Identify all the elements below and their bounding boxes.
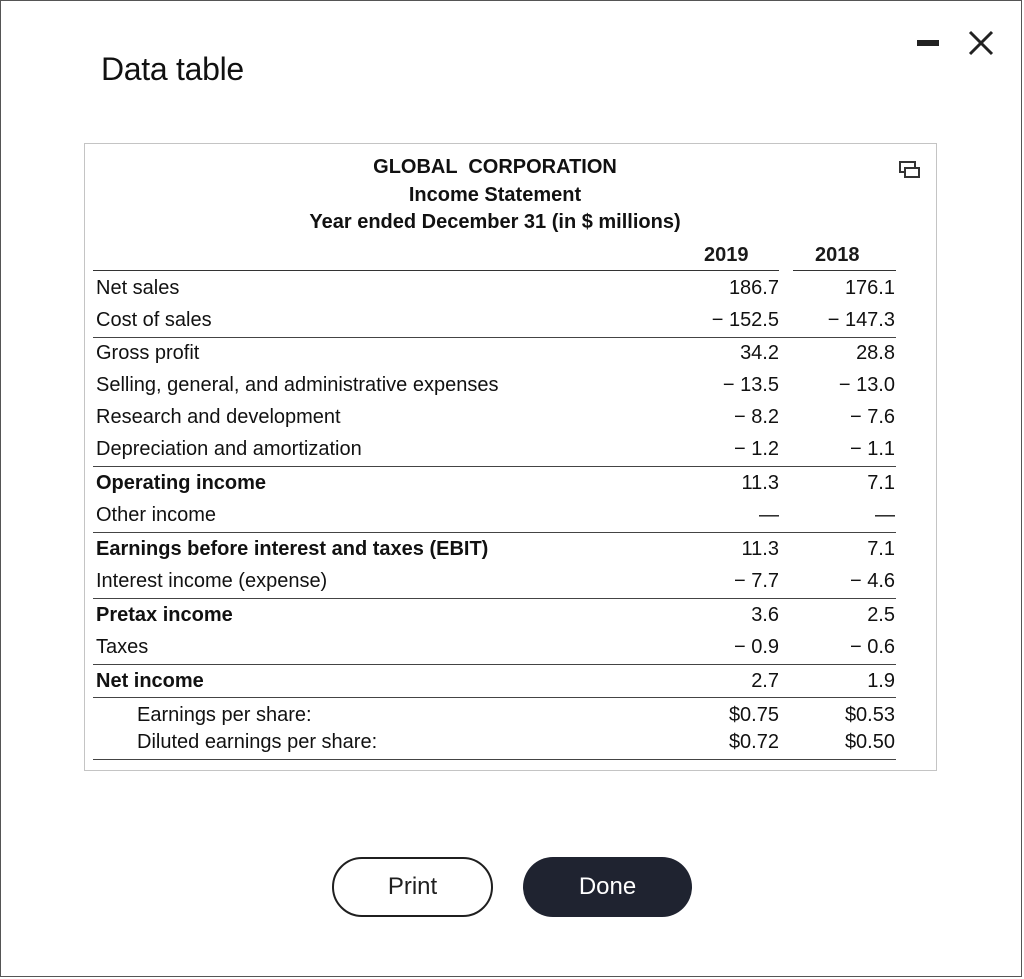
row-label-net-income: Net income [96, 670, 204, 692]
value-2019: 11.3 [741, 538, 779, 560]
value-2018: $0.53 [844, 704, 895, 726]
value-2018: 1.9 [867, 670, 895, 692]
minimize-icon [917, 40, 939, 46]
column-header-2019: 2019 [704, 244, 749, 266]
row-label-depreciation: Depreciation and amortization [96, 438, 362, 460]
dialog-title: Data table [101, 51, 244, 87]
header-rule [793, 270, 896, 271]
row-rule [93, 466, 896, 467]
row-label-r-and-d: Research and development [96, 406, 341, 428]
value-2018: − 13.0 [838, 374, 895, 396]
value-2019: − 8.2 [733, 406, 779, 428]
statement-name: Income Statement [408, 184, 582, 206]
row-rule [93, 532, 896, 533]
value-2018: 2.5 [867, 604, 895, 626]
value-2018: − 1.1 [849, 438, 895, 460]
column-header-2018: 2018 [815, 244, 860, 266]
header-rule [93, 270, 779, 271]
value-2018: — [875, 504, 895, 526]
value-2018: − 7.6 [849, 406, 895, 428]
value-2018: − 4.6 [849, 570, 895, 592]
row-label-cost-of-sales: Cost of sales [96, 309, 212, 331]
value-2018: 28.8 [856, 342, 895, 364]
minimize-button[interactable] [913, 23, 943, 63]
value-2019: 186.7 [728, 277, 779, 299]
value-2019: 2.7 [751, 670, 779, 692]
value-2019: 34.2 [740, 342, 779, 364]
company-name: GLOBAL CORPORATION [373, 156, 617, 178]
row-label-sga: Selling, general, and administrative exp… [96, 374, 499, 396]
print-button[interactable]: Print [332, 857, 493, 917]
value-2018: − 0.6 [849, 636, 895, 658]
value-2019: 3.6 [751, 604, 779, 626]
row-label-net-sales: Net sales [96, 277, 180, 299]
row-label-ebit: Earnings before interest and taxes (EBIT… [96, 538, 489, 560]
value-2019: − 0.9 [733, 636, 779, 658]
done-button[interactable]: Done [523, 857, 692, 917]
value-2019: − 7.7 [733, 570, 779, 592]
row-rule [93, 598, 896, 599]
row-label-other-income: Other income [96, 504, 217, 526]
row-label-taxes: Taxes [96, 636, 149, 658]
value-2019: $0.75 [728, 704, 779, 726]
value-2018: − 147.3 [827, 309, 895, 331]
value-2018: 7.1 [867, 538, 895, 560]
value-2019: − 1.2 [733, 438, 779, 460]
table-bottom-rule [93, 759, 896, 760]
row-label-gross-profit: Gross profit [96, 342, 200, 364]
statement-period: Year ended December 31 (in $ millions) [309, 211, 681, 233]
value-2019: − 152.5 [711, 309, 779, 331]
data-table-dialog: Data table GLOBAL CORPORATION Income Sta… [0, 0, 1022, 977]
value-2019: 11.3 [741, 472, 779, 494]
close-button[interactable] [961, 23, 1001, 63]
popout-icon[interactable] [899, 161, 921, 179]
row-label-operating-income: Operating income [96, 472, 267, 494]
row-label-pretax-income: Pretax income [96, 604, 233, 626]
value-2019: − 13.5 [722, 374, 779, 396]
value-2019: — [759, 504, 779, 526]
value-2018: 7.1 [867, 472, 895, 494]
row-label-diluted-eps: Diluted earnings per share: [137, 731, 378, 753]
row-rule [93, 664, 896, 665]
value-2019: $0.72 [728, 731, 779, 753]
value-2018: $0.50 [844, 731, 895, 753]
row-label-eps: Earnings per share: [137, 704, 312, 726]
row-label-interest: Interest income (expense) [96, 570, 328, 592]
row-rule [93, 337, 896, 338]
close-icon [968, 30, 994, 56]
value-2018: 176.1 [844, 277, 895, 299]
row-rule [93, 697, 896, 698]
